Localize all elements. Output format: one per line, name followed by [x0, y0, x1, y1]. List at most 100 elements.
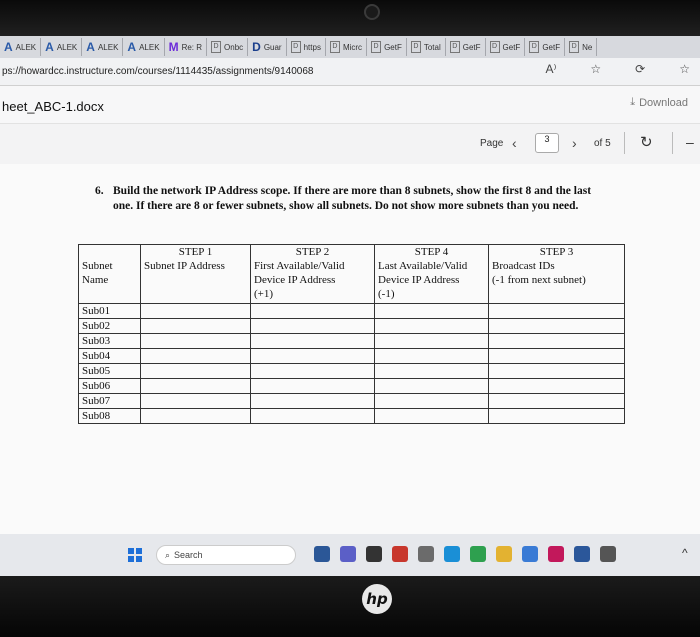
browser-tab[interactable]: D GetF	[486, 38, 526, 56]
table-cell[interactable]	[250, 362, 375, 379]
url-field[interactable]: ps://howardcc.instructure.com/courses/11…	[2, 66, 313, 77]
browser-tab[interactable]: D GetF	[525, 38, 566, 56]
table-cell[interactable]	[140, 347, 251, 364]
settings-icon[interactable]	[600, 546, 616, 562]
folder-icon[interactable]	[496, 546, 512, 562]
question-line-1: Build the network IP Address scope. If t…	[113, 185, 592, 197]
shield-icon: D	[252, 40, 261, 54]
table-cell[interactable]	[374, 362, 489, 379]
document-page: 6. Build the network IP Address scope. If…	[0, 164, 700, 534]
subnet-name: Sub03	[78, 332, 141, 349]
question-number: 6.	[95, 185, 104, 197]
column-header: First Available/Valid Device IP Address …	[250, 259, 375, 304]
word-icon[interactable]	[574, 546, 590, 562]
table-cell[interactable]	[488, 362, 625, 379]
subnet-name: Sub08	[78, 407, 141, 424]
table-cell[interactable]	[488, 317, 625, 334]
tab-label: Onbc	[224, 42, 244, 52]
chat-icon[interactable]	[340, 546, 356, 562]
table-cell[interactable]	[374, 392, 489, 409]
browser-tab[interactable]: Dhttps	[287, 38, 326, 56]
page-icon: D	[290, 41, 301, 53]
subnet-name: Sub06	[78, 377, 141, 394]
browser-tab[interactable]: A ALEK	[123, 38, 165, 56]
browser-tab[interactable]: D GetF	[446, 38, 486, 56]
table-cell[interactable]	[140, 317, 251, 334]
browser-tab[interactable]: M Re: R	[165, 38, 208, 56]
page-number-input[interactable]: 3	[535, 133, 559, 153]
browser-tab[interactable]: D Guar	[248, 38, 287, 56]
table-cell[interactable]	[140, 377, 251, 394]
table-cell[interactable]	[250, 407, 375, 424]
hp-logo-icon: hp	[362, 584, 392, 614]
page-icon: D	[329, 41, 340, 53]
favorite-star-icon[interactable]: ☆	[590, 62, 601, 76]
browser-tab[interactable]: D Onbc	[207, 38, 249, 56]
table-cell[interactable]	[374, 302, 489, 319]
widgets-icon[interactable]	[366, 546, 382, 562]
page-navigation: Page ‹ 3 › of 5 ↻ –	[0, 124, 700, 164]
table-cell[interactable]	[140, 332, 251, 349]
table-cell[interactable]	[374, 377, 489, 394]
zoom-out-icon[interactable]: –	[686, 134, 694, 150]
browser-tab[interactable]: D Total	[407, 38, 446, 56]
table-cell[interactable]	[250, 317, 375, 334]
extensions-icon[interactable]: ⟳	[635, 62, 645, 76]
browser-tab-strip: A ALEK A ALEK A ALEK A ALEK M Re: R D Onbc D Gu…	[0, 36, 700, 58]
edge-browser-icon[interactable]	[444, 546, 460, 562]
subnet-name: Sub02	[78, 317, 141, 334]
tab-label: GetF	[384, 42, 402, 52]
table-cell[interactable]	[140, 407, 251, 424]
column-header: Broadcast IDs (-1 from next subnet)	[488, 259, 625, 304]
tab-label: ALEK	[139, 42, 160, 52]
page-label: Page	[480, 138, 504, 149]
table-cell[interactable]	[250, 347, 375, 364]
browser-tab[interactable]: A ALEK	[0, 38, 42, 56]
task-view-icon[interactable]	[314, 546, 330, 562]
table-cell[interactable]	[250, 377, 375, 394]
table-cell[interactable]	[250, 302, 375, 319]
chrome-icon[interactable]	[470, 546, 486, 562]
divider	[672, 132, 673, 154]
app-icon[interactable]	[522, 546, 538, 562]
table-cell[interactable]	[488, 347, 625, 364]
browser-tab[interactable]: D Ne	[565, 38, 598, 56]
table-cell[interactable]	[488, 407, 625, 424]
table-cell[interactable]	[374, 347, 489, 364]
subnet-name: Sub01	[78, 302, 141, 319]
table-cell[interactable]	[140, 362, 251, 379]
table-cell[interactable]	[250, 392, 375, 409]
browser-tab[interactable]: D Micrc	[326, 38, 368, 56]
table-cell[interactable]	[250, 332, 375, 349]
table-cell[interactable]	[488, 332, 625, 349]
column-header: Subnet IP Address	[140, 259, 251, 304]
table-cell[interactable]	[488, 302, 625, 319]
table-cell[interactable]	[488, 392, 625, 409]
browser-tab[interactable]: A ALEK	[82, 38, 124, 56]
chevron-left-icon[interactable]: ‹	[512, 135, 517, 151]
table-cell[interactable]	[140, 392, 251, 409]
table-cell[interactable]	[488, 377, 625, 394]
table-row: Sub04	[78, 347, 625, 364]
download-button[interactable]: ⤓ Download	[630, 96, 688, 109]
read-aloud-icon[interactable]: A⁾	[545, 62, 556, 76]
file-explorer-icon[interactable]	[418, 546, 434, 562]
column-header: Last Available/Valid Device IP Address (…	[374, 259, 489, 304]
table-cell[interactable]	[374, 332, 489, 349]
chevron-right-icon[interactable]: ›	[572, 135, 577, 151]
windows-start-icon[interactable]	[128, 548, 142, 562]
table-cell[interactable]	[374, 407, 489, 424]
step-label: STEP 4	[374, 244, 489, 259]
chevron-up-icon[interactable]: ^	[682, 546, 688, 560]
browser-tab[interactable]: A ALEK	[41, 38, 83, 56]
app-icon[interactable]	[548, 546, 564, 562]
taskbar-search[interactable]: ⌕ Search	[156, 545, 296, 565]
app-icon[interactable]	[392, 546, 408, 562]
column-header-row: Subnet Name Subnet IP Address First Avai…	[78, 259, 625, 304]
tab-label: Micrc	[342, 42, 363, 52]
favorites-icon[interactable]: ☆	[679, 62, 690, 76]
rotate-icon[interactable]: ↻	[640, 133, 653, 151]
browser-tab[interactable]: D GetF	[367, 38, 407, 56]
table-cell[interactable]	[140, 302, 251, 319]
table-cell[interactable]	[374, 317, 489, 334]
